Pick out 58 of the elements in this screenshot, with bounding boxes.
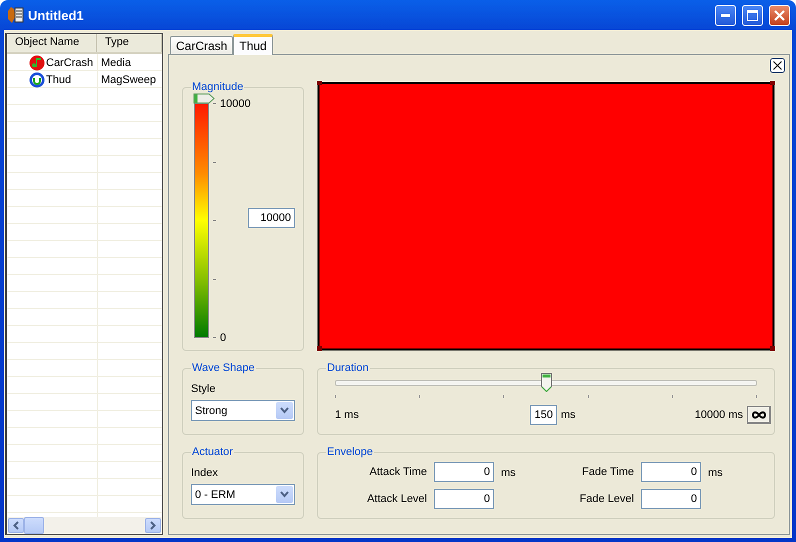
slider-thumb[interactable] <box>541 373 552 392</box>
field-label: Fade Time <box>581 466 634 478</box>
list-row[interactable]: CarCrash Media <box>7 54 162 71</box>
style-dropdown[interactable]: Strong <box>191 400 295 421</box>
close-icon <box>774 10 785 20</box>
object-type: Media <box>100 56 132 68</box>
tab[interactable]: Thud <box>233 34 273 55</box>
field-label: Fade Level <box>578 493 634 505</box>
minimize-icon <box>721 14 730 16</box>
app-icon <box>6 5 24 25</box>
group-title: Actuator <box>191 446 234 458</box>
chevron-icon <box>280 407 289 414</box>
object-type: MagSweep <box>100 74 158 86</box>
column-header[interactable]: Object Name <box>7 34 97 52</box>
column-header[interactable]: Type <box>97 34 162 52</box>
index-dropdown[interactable]: 0 - ERM <box>191 484 295 505</box>
chevron-right-icon <box>150 521 156 530</box>
chevron-left-icon <box>13 521 19 530</box>
close-button[interactable] <box>770 58 785 73</box>
field-label: Index <box>191 467 219 479</box>
unit-label: ms <box>501 466 516 478</box>
group-title: Envelope <box>326 446 374 458</box>
chevron-icon <box>280 491 289 498</box>
scale-label: 1 ms <box>335 409 360 421</box>
scroll-thumb[interactable] <box>24 517 44 534</box>
minimize-button[interactable] <box>715 4 736 26</box>
field-label: Attack Time <box>368 466 427 478</box>
scale-label: 10000 <box>220 98 251 110</box>
object-name: CarCrash <box>46 56 94 68</box>
number-field[interactable]: 0 <box>434 462 494 482</box>
unit-label: ms <box>708 466 723 478</box>
note-icon <box>29 54 45 70</box>
group-title: Duration <box>326 362 370 374</box>
infinity-button[interactable] <box>747 406 771 424</box>
maximize-icon <box>747 10 758 20</box>
group-title: Wave Shape <box>191 362 256 374</box>
scale-label: 10000 ms <box>694 409 743 421</box>
object-name: Thud <box>46 74 72 86</box>
slider-thumb[interactable] <box>193 93 215 104</box>
group-title: Magnitude <box>191 81 244 93</box>
scroll-left-button[interactable] <box>8 518 24 533</box>
wave-icon <box>29 72 45 88</box>
infinity-icon <box>750 410 766 418</box>
unit-label: ms <box>560 409 576 421</box>
field-label: Style <box>191 383 216 395</box>
number-field[interactable]: 0 <box>641 462 701 482</box>
list-row[interactable]: Thud MagSweep <box>7 71 162 88</box>
number-field[interactable]: 0 <box>434 489 494 509</box>
field-label: Attack Level <box>366 493 427 505</box>
number-field[interactable]: 10000 <box>248 208 295 228</box>
number-field[interactable]: 0 <box>641 489 701 509</box>
scale-label: 0 <box>220 332 226 344</box>
window-title: Untitled1 <box>28 8 85 22</box>
tab[interactable]: CarCrash <box>170 36 234 54</box>
scroll-right-button[interactable] <box>145 518 161 533</box>
close-icon <box>773 61 782 70</box>
maximize-button[interactable] <box>742 4 763 26</box>
number-field[interactable]: 150 <box>530 405 557 425</box>
